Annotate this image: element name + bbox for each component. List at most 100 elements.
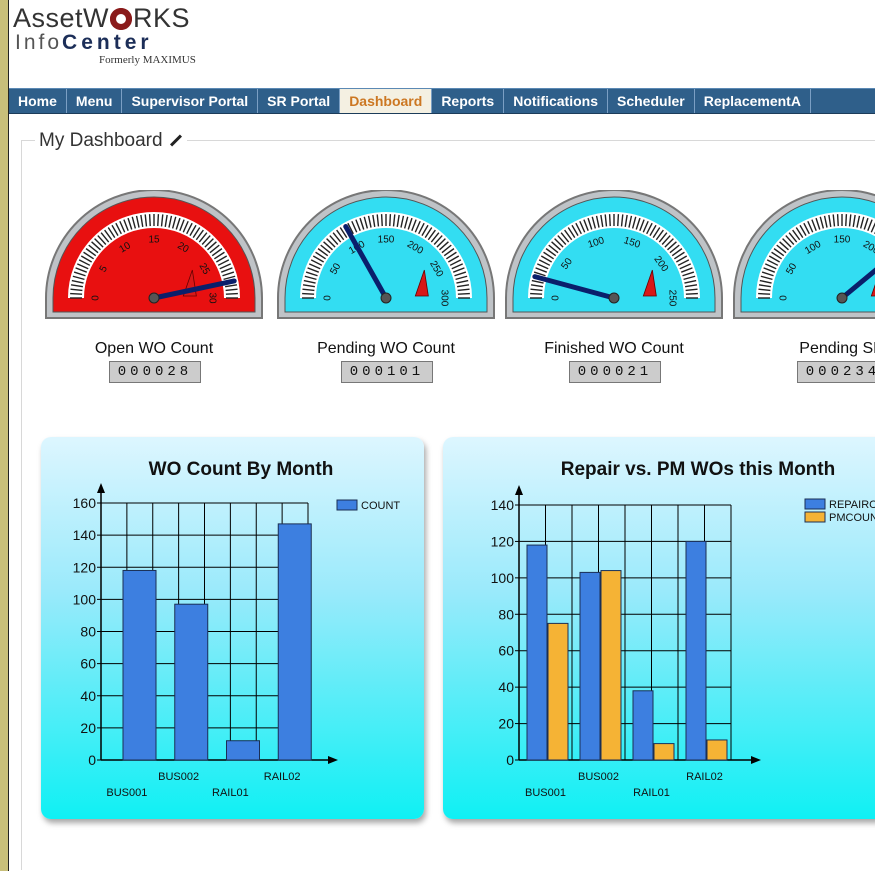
nav-replacement[interactable]: ReplacementA	[695, 89, 811, 113]
gauge-tick-label: 250	[666, 290, 677, 307]
legend-label: REPAIRCO	[829, 499, 875, 511]
bar-repairco-rail02	[685, 540, 707, 761]
logo-asset-text: Asset	[13, 3, 84, 33]
bar-repairco-bus001	[526, 544, 548, 761]
assetworks-logo[interactable]: AssetW RKS InfoCenter Formerly MAXIMUS	[13, 4, 253, 84]
legend-swatch	[336, 499, 358, 511]
gauge-minor-tick	[845, 214, 848, 227]
main-nav: Home Menu Supervisor Portal SR Portal Da…	[9, 88, 875, 114]
x-axis-arrow	[751, 756, 761, 764]
y-tick-label: 40	[80, 688, 96, 704]
gauge-minor-tick	[389, 214, 392, 227]
gauge-hub	[148, 292, 160, 304]
pencil-icon[interactable]	[169, 134, 182, 147]
chart-title: WO Count By Month	[149, 459, 334, 480]
logo-w-text: W	[83, 3, 110, 33]
logo-line2: InfoCenter	[15, 32, 253, 54]
app-frame: AssetW RKS InfoCenter Formerly MAXIMUS Ho…	[8, 0, 875, 871]
x-axis-arrow	[328, 756, 338, 764]
legend-swatch	[804, 511, 826, 523]
logo-formerly: Formerly MAXIMUS	[99, 54, 196, 66]
y-axis-arrow	[515, 485, 523, 495]
x-category-label: BUS002	[578, 771, 619, 783]
y-tick-label: 120	[73, 559, 97, 575]
y-tick-label: 60	[498, 643, 514, 659]
gauge-minor-tick	[157, 214, 160, 227]
logo-line1: AssetW RKS	[13, 4, 253, 32]
gauge-label: Finished WO Count	[544, 340, 684, 357]
gauge-counter: 000021	[569, 361, 661, 383]
gauge-minor-tick	[457, 292, 470, 295]
dashboard-title: My Dashboard	[35, 130, 187, 152]
bar-count-bus001	[122, 569, 157, 761]
gauge-tick-label: 0	[551, 295, 562, 301]
nav-home[interactable]: Home	[9, 89, 67, 113]
y-tick-label: 0	[88, 752, 96, 768]
y-tick-label: 120	[491, 533, 515, 549]
y-tick-label: 40	[498, 679, 514, 695]
gauge-counter: 000028	[109, 361, 201, 383]
chart-title: Repair vs. PM WOs this Month	[561, 459, 835, 480]
bar-count-rail02	[277, 523, 312, 761]
bar-repairco-bus002	[579, 571, 601, 761]
dashboard-title-text: My Dashboard	[39, 130, 163, 151]
gauge-label: Pending SR	[799, 340, 875, 357]
gauge-tick-label: 0	[91, 295, 102, 301]
y-tick-label: 140	[73, 527, 97, 543]
x-category-label: BUS002	[158, 771, 199, 783]
x-category-label: RAIL01	[212, 787, 249, 799]
y-tick-label: 160	[73, 495, 97, 511]
gauge-tick-label: 150	[378, 235, 395, 246]
bar-pmcount-rail02	[706, 739, 728, 761]
gauge-tick-label: 15	[148, 235, 160, 246]
gauge-3: 050100 150 200	[733, 190, 875, 319]
nav-scheduler[interactable]: Scheduler	[608, 89, 695, 113]
x-category-label: RAIL01	[633, 787, 670, 799]
gauge-counter: 000101	[341, 361, 433, 383]
gauge-label: Open WO Count	[94, 340, 214, 357]
gauge-minor-tick	[302, 292, 315, 295]
gauge-minor-tick	[608, 214, 611, 227]
y-tick-label: 80	[80, 624, 96, 640]
dashboard-fieldset-left	[21, 140, 22, 870]
gauge-minor-tick	[685, 292, 698, 295]
x-category-label: BUS001	[525, 787, 566, 799]
gauge-minor-tick	[148, 214, 151, 227]
y-tick-label: 100	[73, 591, 97, 607]
wo-count-chart: WO Count By Month 0 20 40 60 80 100 120 140 160 BU…	[73, 459, 401, 799]
gauge-tick-label: 150	[834, 235, 851, 246]
nav-menu[interactable]: Menu	[67, 89, 123, 113]
gauge-minor-tick	[758, 292, 771, 295]
y-tick-label: 140	[491, 497, 515, 513]
bar-pmcount-bus001	[547, 622, 569, 761]
y-tick-label: 20	[498, 716, 514, 732]
gauge-2: 050100 150200250	[505, 190, 723, 319]
legend-label: PMCOUNT	[829, 512, 875, 524]
nav-reports[interactable]: Reports	[432, 89, 505, 113]
nav-notifications[interactable]: Notifications	[504, 89, 608, 113]
gauge-tick-label: 0	[323, 295, 334, 301]
bar-repairco-rail01	[632, 690, 654, 761]
gauge-tick-label: 300	[438, 290, 449, 307]
y-axis-arrow	[97, 483, 105, 493]
nav-sr-portal[interactable]: SR Portal	[258, 89, 341, 113]
y-tick-label: 60	[80, 656, 96, 672]
nav-dashboard[interactable]: Dashboard	[340, 89, 433, 113]
y-tick-label: 80	[498, 606, 514, 622]
logo-rks-text: RKS	[133, 3, 191, 33]
chart-panel-repair-vs-pm: Repair vs. PM WOs this Month 0 20 40 60 80 100…	[443, 437, 875, 819]
nav-supervisor-portal[interactable]: Supervisor Portal	[122, 89, 259, 113]
gauge-minor-tick	[70, 292, 83, 295]
gear-icon	[110, 8, 133, 30]
y-tick-label: 100	[491, 570, 515, 586]
gauge-counter: 000234	[797, 361, 875, 383]
gauge-minor-tick	[530, 292, 543, 295]
bar-pmcount-bus002	[600, 570, 622, 761]
gauge-hub	[836, 292, 848, 304]
gauge-label: Pending WO Count	[317, 340, 455, 357]
bar-count-bus002	[174, 603, 209, 761]
y-tick-label: 0	[506, 752, 514, 768]
bar-pmcount-rail01	[653, 743, 675, 761]
logo-center-text: Center	[62, 31, 153, 54]
gauge-tick-label: 0	[779, 295, 790, 301]
